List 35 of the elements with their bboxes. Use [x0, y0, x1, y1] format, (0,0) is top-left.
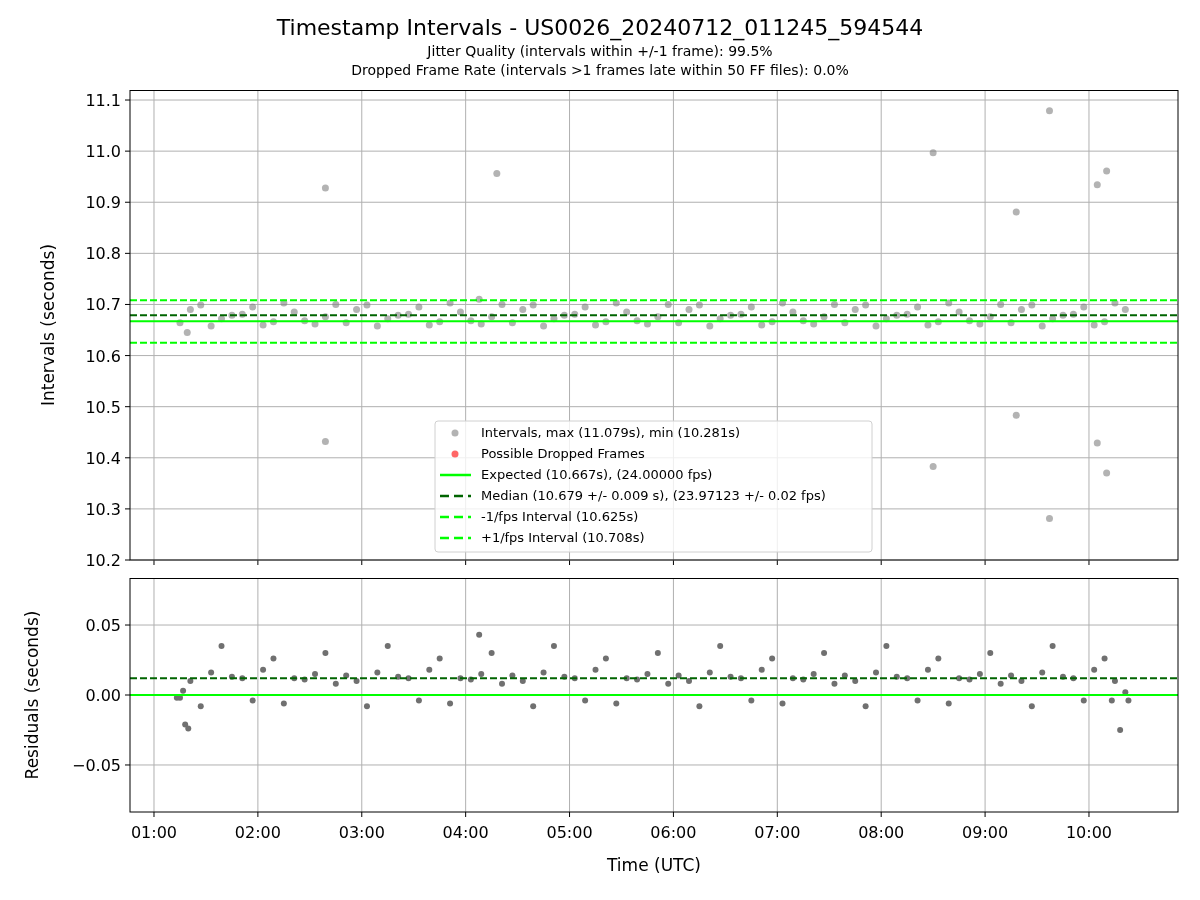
- tick-label: 07:00: [754, 823, 801, 842]
- axis-title: Intervals (seconds): [38, 243, 58, 407]
- chart-subtitle: Jitter Quality (intervals within +/-1 frame): 99.5%: [427, 42, 773, 61]
- tick-label: 0.00: [85, 686, 121, 705]
- axis-title: Time (UTC): [607, 855, 701, 875]
- tick-label: −0.05: [71, 756, 121, 775]
- tick-label: 10.9: [85, 193, 121, 213]
- tick-label: 10.8: [85, 244, 121, 264]
- tick-label: 01:00: [130, 823, 178, 842]
- chart-title: Timestamp Intervals - US0026_20240712_011245_594544: [276, 14, 924, 42]
- legend-label: Intervals, max (11.079s), min (10.281s): [481, 425, 740, 440]
- tick-label: 0.05: [85, 616, 121, 635]
- tick-label: 08:00: [858, 823, 905, 842]
- tick-label: 10.3: [85, 499, 121, 519]
- tick-label: 10.6: [85, 346, 121, 366]
- tick-label: 06:00: [650, 823, 697, 842]
- tick-label: 10.5: [85, 397, 121, 417]
- legend-label: -1/fps Interval (10.625s): [481, 509, 639, 524]
- legend-label: Expected (10.667s), (24.00000 fps): [481, 467, 713, 482]
- tick-label: 09:00: [962, 823, 1009, 842]
- chart-subtitle: Dropped Frame Rate (intervals >1 frames late within 50 FF files): 0.0%: [351, 61, 849, 80]
- axis-title: Residuals (seconds): [22, 610, 42, 780]
- tick-label: 02:00: [234, 823, 281, 842]
- tick-label: 05:00: [546, 823, 593, 842]
- tick-label: 10:00: [1065, 823, 1112, 842]
- legend-label: +1/fps Interval (10.708s): [481, 530, 645, 545]
- tick-label: 10.4: [85, 448, 121, 468]
- legend-label: Median (10.679 +/- 0.009 s), (23.97123 +/- 0.02 fps): [481, 488, 826, 503]
- tick-label: 10.2: [85, 551, 121, 570]
- tick-label: 11.0: [85, 142, 121, 162]
- tick-label: 03:00: [338, 823, 385, 842]
- tick-label: 04:00: [442, 823, 489, 842]
- legend-label: Possible Dropped Frames: [481, 446, 645, 461]
- tick-label: 11.1: [85, 91, 121, 110]
- tick-label: 10.7: [85, 295, 121, 315]
